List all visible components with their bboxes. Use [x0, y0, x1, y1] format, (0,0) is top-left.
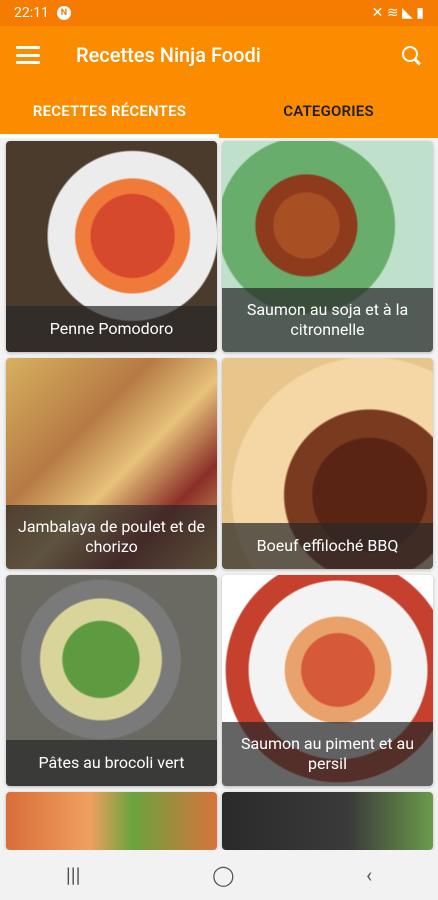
- recent-apps-button[interactable]: |||: [66, 863, 81, 887]
- notification-icon: N: [56, 6, 71, 20]
- home-button[interactable]: ◯: [212, 863, 234, 887]
- tabs: RECETTES RÉCENTES CATEGORIES: [0, 84, 438, 138]
- recipe-card-crevettes[interactable]: [6, 792, 217, 850]
- app-bar: Recettes Ninja Foodi: [0, 26, 438, 84]
- back-button[interactable]: ‹: [366, 863, 372, 887]
- app-title: Recettes Ninja Foodi: [76, 43, 261, 67]
- recipe-card-pates-brocoli[interactable]: Pâtes au brocoli vert: [6, 575, 217, 786]
- tab-categories[interactable]: CATEGORIES: [219, 84, 438, 138]
- system-navbar: ||| ◯ ‹: [0, 850, 438, 900]
- recipe-card-jambalaya[interactable]: Jambalaya de poulet et de chorizo: [6, 358, 217, 569]
- tab-recettes-recentes[interactable]: RECETTES RÉCENTES: [0, 84, 219, 138]
- recipe-card-saumon-piment[interactable]: Saumon au piment et au persil: [222, 575, 433, 786]
- menu-icon[interactable]: [16, 46, 40, 64]
- status-time: 22:11: [14, 5, 49, 21]
- recipe-title: Saumon au piment et au persil: [222, 722, 433, 786]
- recipe-title: Penne Pomodoro: [6, 306, 217, 352]
- recipe-title: Pâtes au brocoli vert: [6, 740, 217, 786]
- recipe-card-poelee[interactable]: [222, 792, 433, 850]
- mute-wifi-signal-battery-icons: ✕ ≋ ◣ ▮: [371, 5, 424, 21]
- recipe-image: [6, 792, 217, 850]
- recipe-card-saumon-soja[interactable]: Saumon au soja et à la citronnelle: [222, 141, 433, 352]
- status-bar: 22:11 N ✕ ≋ ◣ ▮: [0, 0, 438, 26]
- recipe-title: Boeuf effiloché BBQ: [222, 523, 433, 569]
- search-icon[interactable]: [400, 44, 422, 66]
- recipe-card-boeuf-effiloche[interactable]: Boeuf effiloché BBQ: [222, 358, 433, 569]
- recipe-title: Saumon au soja et à la citronnelle: [222, 288, 433, 352]
- recipe-title: Jambalaya de poulet et de chorizo: [6, 505, 217, 569]
- recipe-card-penne-pomodoro[interactable]: Penne Pomodoro: [6, 141, 217, 352]
- system-icons: ✕ ≋ ◣ ▮: [372, 5, 424, 21]
- recipe-image: [222, 792, 433, 850]
